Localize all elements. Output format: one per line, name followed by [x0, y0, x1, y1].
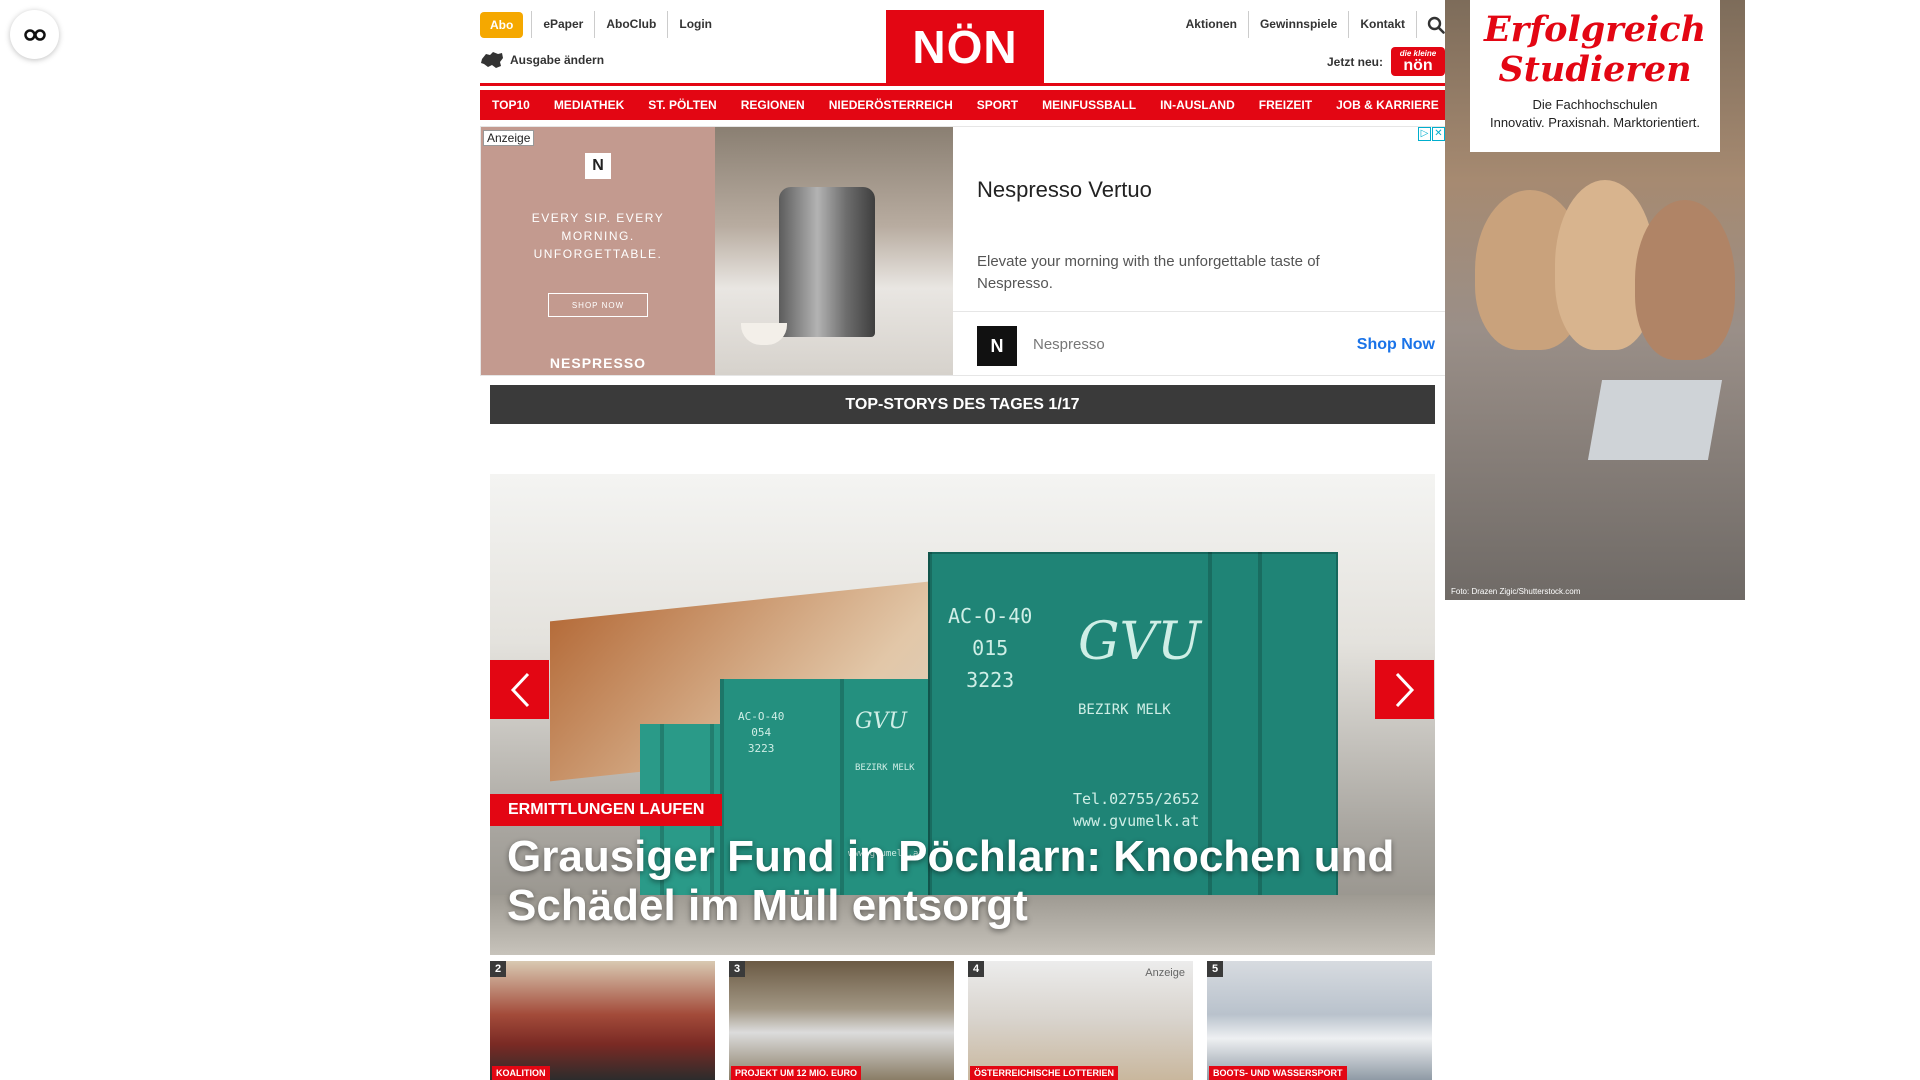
ad-subline: Die Fachhochschulen Innovativ. Praxisnah… — [1470, 96, 1720, 132]
ausgabe-label: Ausgabe ändern — [510, 53, 605, 67]
ad-headline-line1: Erfolgreich — [1483, 9, 1707, 50]
container-mid-brand: GVU — [855, 709, 908, 734]
ad-choices[interactable]: ▷ ✕ — [1418, 127, 1445, 141]
nav-item-freizeit[interactable]: FREIZEIT — [1246, 90, 1325, 120]
ad-shop-box[interactable]: SHOP NOW — [548, 293, 648, 317]
nav-item-st-poelten[interactable]: ST. PÖLTEN — [636, 90, 729, 120]
gewinnspiele-link[interactable]: Gewinnspiele — [1249, 11, 1350, 38]
coffee-machine-shape — [779, 187, 875, 337]
epaper-link[interactable]: ePaper — [531, 11, 594, 38]
ad-headline: Erfolgreich Studieren — [1470, 10, 1720, 90]
nav-item-meinfussball[interactable]: MEINFUSSBALL — [1030, 90, 1149, 120]
ad-shop-now-button[interactable]: Shop Now — [1357, 336, 1435, 354]
abo-button[interactable]: Abo — [480, 11, 524, 38]
nav-item-regionen[interactable]: REGIONEN — [728, 90, 817, 120]
nespresso-n-icon: N — [585, 153, 611, 179]
nav-item-in-ausland[interactable]: IN-AUSLAND — [1148, 90, 1247, 120]
login-link[interactable]: Login — [667, 11, 723, 38]
person-shape — [1635, 200, 1735, 360]
thumb-story-3[interactable]: 3 PROJEKT UM 12 MIO. EURO — [729, 961, 954, 1080]
glasses-icon — [23, 28, 46, 41]
adchoices-icon[interactable]: ▷ — [1418, 127, 1431, 141]
ad-headline-line2: Studieren — [1498, 49, 1692, 90]
fachhochschulen-ad[interactable]: Erfolgreich Studieren Die Fachhochschule… — [1445, 0, 1745, 600]
right-links: Aktionen Gewinnspiele Kontakt — [1175, 11, 1445, 38]
kleine-noen-badge[interactable]: die kleine nön — [1391, 47, 1445, 76]
container-big-brand: GVU — [1078, 612, 1201, 672]
nespresso-ad[interactable]: Anzeige N EVERY SIP. EVERY MORNING. UNFO… — [480, 126, 1446, 376]
ad-brand: Nespresso — [1033, 336, 1105, 353]
thumb-tag: BOOTS- UND WASSERSPORT — [1209, 1066, 1347, 1080]
jetzt-neu: Jetzt neu: die kleine nön — [1327, 47, 1445, 76]
ad-footer: N Nespresso Shop Now — [953, 311, 1445, 375]
container-mid-code: AC-O-40 054 3223 — [738, 710, 785, 755]
container-big-web: www.gvumelk.at — [1073, 812, 1200, 830]
ad-left-panel[interactable]: N EVERY SIP. EVERY MORNING. UNFORGETTABL… — [481, 127, 715, 375]
photo-credit: Foto: Drazen Zigic/Shutterstock.com — [1451, 587, 1581, 596]
ad-title[interactable]: Nespresso Vertuo — [977, 177, 1152, 203]
logo-text: NÖN — [912, 21, 1018, 73]
coffee-machine-image — [715, 127, 953, 375]
thumb-tag: PROJEKT UM 12 MIO. EURO — [731, 1066, 862, 1080]
story-thumbnails: 2 KOALITION 3 PROJEKT UM 12 MIO. EURO 4 … — [490, 961, 1435, 1080]
container-big-phone: Tel.02755/2652 — [1073, 790, 1200, 808]
thumb-tag: ÖSTERREICHISCHE LOTTERIEN — [970, 1066, 1119, 1080]
chevron-left-icon — [510, 672, 529, 707]
container-big-region: BEZIRK MELK — [1078, 702, 1171, 718]
story-headline[interactable]: Grausiger Fund in Pöchlarn: Knochen und … — [507, 832, 1407, 930]
nav-item-niederoesterreich[interactable]: NIEDERÖSTERREICH — [816, 90, 965, 120]
nespresso-logo-icon: N — [977, 326, 1017, 366]
container-big-code: AC-O-40 015 3223 — [948, 604, 1033, 692]
search-icon[interactable] — [1427, 16, 1445, 34]
noen-logo[interactable]: NÖN — [886, 10, 1044, 84]
top-stories-bar: TOP-STORYS DES TAGES 1/17 — [490, 385, 1435, 424]
nav-item-mediathek[interactable]: MEDIATHEK — [541, 90, 637, 120]
header-divider — [480, 83, 1445, 86]
nav-item-job-karriere[interactable]: JOB & KARRIERE — [1324, 90, 1451, 120]
story-kicker: ERMITTLUNGEN LAUFEN — [490, 794, 723, 826]
kontakt-link[interactable]: Kontakt — [1349, 11, 1417, 38]
chevron-right-icon — [1395, 672, 1414, 707]
ad-description: Elevate your morning with the unforgetta… — [977, 253, 1320, 292]
coffee-cup-shape — [741, 323, 787, 345]
ad-tagline: EVERY SIP. EVERY MORNING. UNFORGETTABLE. — [531, 211, 665, 261]
thumb-number: 3 — [729, 961, 745, 977]
ad-subline-1: Die Fachhochschulen — [1532, 97, 1658, 112]
slider-prev-button[interactable] — [490, 660, 549, 719]
ad-label: Anzeige — [483, 130, 535, 146]
thumb-number: 5 — [1207, 961, 1223, 977]
slider-next-button[interactable] — [1375, 660, 1434, 719]
thumb-number: 4 — [968, 961, 984, 977]
thumb-story-5[interactable]: 5 BOOTS- UND WASSERSPORT — [1207, 961, 1432, 1080]
laptop-shape — [1587, 380, 1723, 460]
ad-card: Erfolgreich Studieren Die Fachhochschule… — [1470, 0, 1720, 152]
thumb-story-4[interactable]: 4 Anzeige ÖSTERREICHISCHE LOTTERIEN — [968, 961, 1193, 1080]
container-mid-region: BEZIRK MELK — [855, 763, 915, 773]
top-links: Abo ePaper AboClub Login — [480, 11, 723, 38]
badge-big-text: nön — [1403, 56, 1433, 74]
nespresso-wordmark: NESPRESSO — [549, 355, 647, 371]
thumb-tag: KOALITION — [492, 1066, 550, 1080]
ausgabe-aendern-link[interactable]: Ausgabe ändern — [480, 51, 604, 69]
aboclub-link[interactable]: AboClub — [594, 11, 667, 38]
nav-item-sport[interactable]: SPORT — [964, 90, 1031, 120]
nav-item-top10[interactable]: TOP10 — [480, 90, 542, 120]
thumb-number: 2 — [490, 961, 506, 977]
main-nav: TOP10 MEDIATHEK ST. PÖLTEN REGIONEN NIED… — [480, 90, 1451, 120]
lower-austria-map-icon — [481, 52, 503, 68]
aktionen-link[interactable]: Aktionen — [1175, 11, 1249, 38]
jetzt-label: Jetzt neu: — [1326, 54, 1383, 69]
site-header: Abo ePaper AboClub Login Ausgabe ändern … — [480, 0, 1445, 84]
thumb-anzeige-label: Anzeige — [1145, 967, 1185, 979]
thumb-story-2[interactable]: 2 KOALITION — [490, 961, 715, 1080]
accessibility-button[interactable] — [10, 10, 59, 59]
ad-close-icon[interactable]: ✕ — [1432, 127, 1445, 141]
ad-subline-2: Innovativ. Praxisnah. Marktorientiert. — [1489, 115, 1700, 130]
ad-right-panel: ▷ ✕ Nespresso Vertuo Elevate your mornin… — [953, 127, 1445, 375]
